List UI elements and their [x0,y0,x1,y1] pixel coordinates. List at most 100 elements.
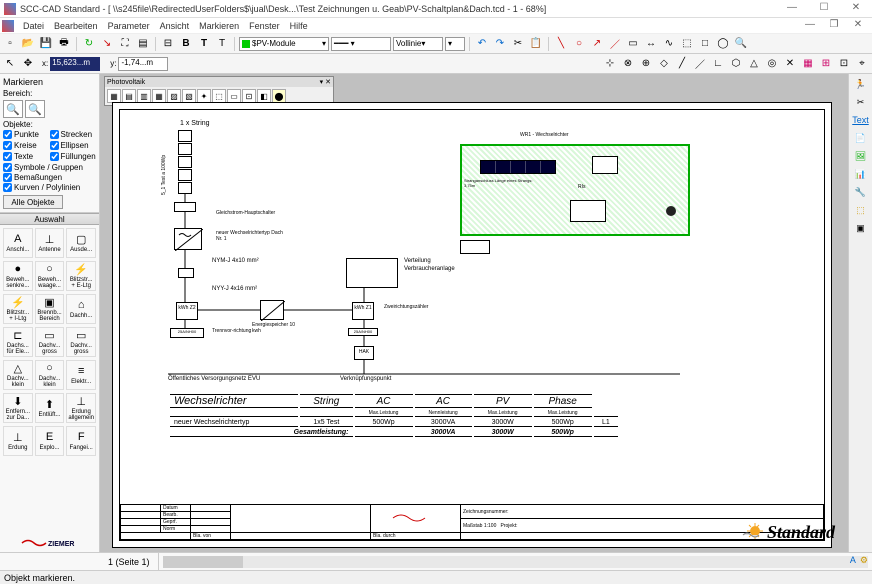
drawing-canvas[interactable]: Photovoltaik▾✕ ▦ ▤ ▥ ▦ ▨ ▧ ✦ ⬚ ▭ ⊡ ◧ ⬤ [100,74,848,552]
text2-icon[interactable]: T [214,36,230,52]
snap12-icon[interactable]: ⊡ [836,56,852,72]
pv-close-icon[interactable]: ✕ [325,78,331,86]
snap6-icon[interactable]: ／ [692,56,708,72]
circle-tool-icon[interactable]: ○ [571,36,587,52]
line-tool-icon[interactable]: ╲ [553,36,569,52]
chk-fuellungen[interactable]: Füllungen [50,152,97,161]
arrow-icon[interactable]: ↘ [99,36,115,52]
undo-icon[interactable]: ↶ [474,36,490,52]
symbol-erdungallgemein[interactable]: ⊥Erdung allgemein [66,393,96,423]
snap7-icon[interactable]: ∟ [710,56,726,72]
pv-btn-2[interactable]: ▤ [122,89,136,103]
bold-icon[interactable]: B [178,36,194,52]
cut-icon[interactable]: ✂ [510,36,526,52]
align-icon[interactable]: ▤ [135,36,151,52]
footer-gear-icon[interactable]: ⚙ [860,555,868,566]
pv-btn-5[interactable]: ▨ [167,89,181,103]
symbol-dachvklein[interactable]: ○Dachv... klein [35,360,65,390]
menu-hilfe[interactable]: Hilfe [285,21,313,31]
symbol-entfernzurda[interactable]: ⬇Entfern... zur Da... [3,393,33,423]
snap11-icon[interactable]: ✕ [782,56,798,72]
pv-btn-7[interactable]: ✦ [197,89,211,103]
chk-texte[interactable]: Texte [3,152,50,161]
chk-ellipsen[interactable]: Ellipsen [50,141,97,150]
pv-btn-1[interactable]: ▦ [107,89,121,103]
arrow-tool-icon[interactable]: ↗ [589,36,605,52]
snap10-icon[interactable]: ◎ [764,56,780,72]
search-icon[interactable]: 🔍 [733,36,749,52]
paste-icon[interactable]: 📋 [528,36,544,52]
symbol-dachvgross[interactable]: ▭Dachv... gross [66,327,96,357]
footer-text-icon[interactable]: A [850,555,856,566]
pv-btn-12[interactable]: ⬤ [272,89,286,103]
chk-symbole[interactable]: Symbole / Gruppen [3,163,96,172]
chk-kurven[interactable]: Kurven / Polylinien [3,183,96,192]
mdi-restore[interactable]: ❐ [822,19,846,33]
pv-btn-9[interactable]: ▭ [227,89,241,103]
menu-bearbeiten[interactable]: Bearbeiten [49,21,103,31]
linestyle-dropdown[interactable]: ━━━ ▾ [331,37,391,51]
mark-window-icon[interactable]: 🔍 [25,100,45,118]
mark-single-icon[interactable]: 🔍 [3,100,23,118]
symbol-fangei[interactable]: FFangei... [66,426,96,456]
grid2-icon[interactable]: ⊞ [818,56,834,72]
symbol-dachvklein[interactable]: △Dachv... klein [3,360,33,390]
symbol-dachvgross[interactable]: ▭Dachv... gross [35,327,65,357]
new-icon[interactable]: ▫ [2,36,18,52]
spline-icon[interactable]: ∿ [661,36,677,52]
pointer-icon[interactable]: ↖ [2,56,18,72]
snap9-icon[interactable]: △ [746,56,762,72]
menu-datei[interactable]: Datei [18,21,49,31]
symbol-brennbbereich[interactable]: ▣Brennb... Bereich [35,294,65,324]
rt-img-icon[interactable]: 🖼 [852,148,870,164]
symbol-blitzstriltg[interactable]: ⚡Blitzstr... + I-Ltg [3,294,33,324]
snap5-icon[interactable]: ╱ [674,56,690,72]
measure-icon[interactable]: ↔ [643,36,659,52]
maximize-button[interactable]: ☐ [812,2,836,16]
snap13-icon[interactable]: ⌖ [854,56,870,72]
symbol-elektr[interactable]: ≡Elektr... [66,360,96,390]
rt-tool1-icon[interactable]: 🔧 [852,184,870,200]
mdi-close[interactable]: ✕ [846,19,870,33]
chk-kreise[interactable]: Kreise [3,141,50,150]
rt-tool3-icon[interactable]: ▣ [852,220,870,236]
menu-markieren[interactable]: Markieren [194,21,244,31]
chk-punkte[interactable]: Punkte [3,130,50,139]
symbol-blitzstreltg[interactable]: ⚡Blitzstr... + E-Ltg [66,261,96,291]
menu-ansicht[interactable]: Ansicht [155,21,195,31]
rt-doc-icon[interactable]: 📄 [852,130,870,146]
symbol-explo[interactable]: EExplo... [35,426,65,456]
pv-btn-8[interactable]: ⬚ [212,89,226,103]
line2-icon[interactable]: ／ [607,36,623,52]
symbol-ausde[interactable]: ▢Ausde... [66,228,96,258]
minimize-button[interactable]: — [780,2,804,16]
symbol-entlft[interactable]: ⬆Entlüft... [35,393,65,423]
symbol-dachsfrele[interactable]: ⊏Dachs... für Ele... [3,327,33,357]
rt-cut-icon[interactable]: ✂ [852,94,870,110]
extra1-icon[interactable]: ⬚ [679,36,695,52]
rt-person-icon[interactable]: 🏃 [852,76,870,92]
y-coord[interactable]: -1,74...m [118,57,168,71]
open-icon[interactable]: 📂 [20,36,36,52]
symbol-bewehwaage[interactable]: ○Beweh... waage... [35,261,65,291]
pv-btn-6[interactable]: ▧ [182,89,196,103]
linetype-dropdown[interactable]: Vollinie ▾ [393,37,443,51]
dim-icon[interactable]: ⊟ [160,36,176,52]
circle2-icon[interactable]: ◯ [715,36,731,52]
snap4-icon[interactable]: ◇ [656,56,672,72]
pv-btn-4[interactable]: ▦ [152,89,166,103]
symbol-anschl[interactable]: AAnschl... [3,228,33,258]
symbol-antenne[interactable]: ⊥Antenne [35,228,65,258]
redo-icon[interactable]: ↷ [492,36,508,52]
print-icon[interactable]: 🖶 [56,36,72,52]
pv-btn-11[interactable]: ◧ [257,89,271,103]
snap8-icon[interactable]: ⬡ [728,56,744,72]
selection-header[interactable]: Auswahl [0,213,99,225]
zoom-extents-icon[interactable]: ⛶ [117,36,133,52]
pv-btn-10[interactable]: ⊡ [242,89,256,103]
pv-dropdown-icon[interactable]: ▾ [320,78,324,86]
move-icon[interactable]: ✥ [20,56,36,72]
close-button[interactable]: ✕ [844,2,868,16]
snap1-icon[interactable]: ⊹ [602,56,618,72]
sheet-tab[interactable]: 1 (Seite 1) [100,553,159,570]
